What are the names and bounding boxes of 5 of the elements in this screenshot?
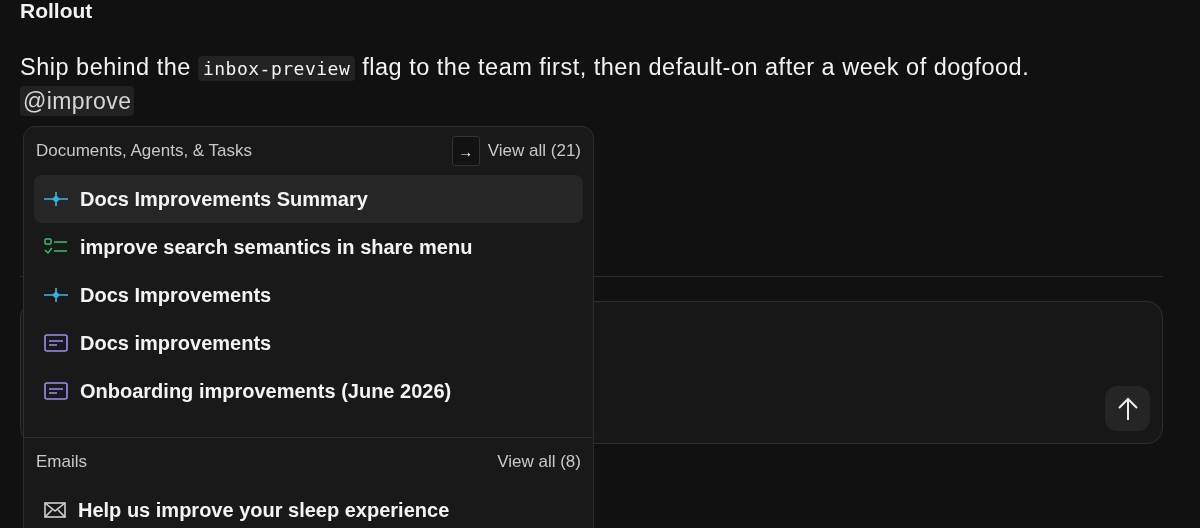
shortcut-key: → — [451, 136, 480, 166]
paragraph: Ship behind the inbox-preview flag to the team first, then default-on after a week of dogfood. — [20, 53, 1031, 83]
section-title: Documents, Agents, & Tasks — [36, 141, 253, 161]
section-title: Emails — [36, 452, 87, 472]
section-heading: Rollout — [20, 0, 94, 22]
